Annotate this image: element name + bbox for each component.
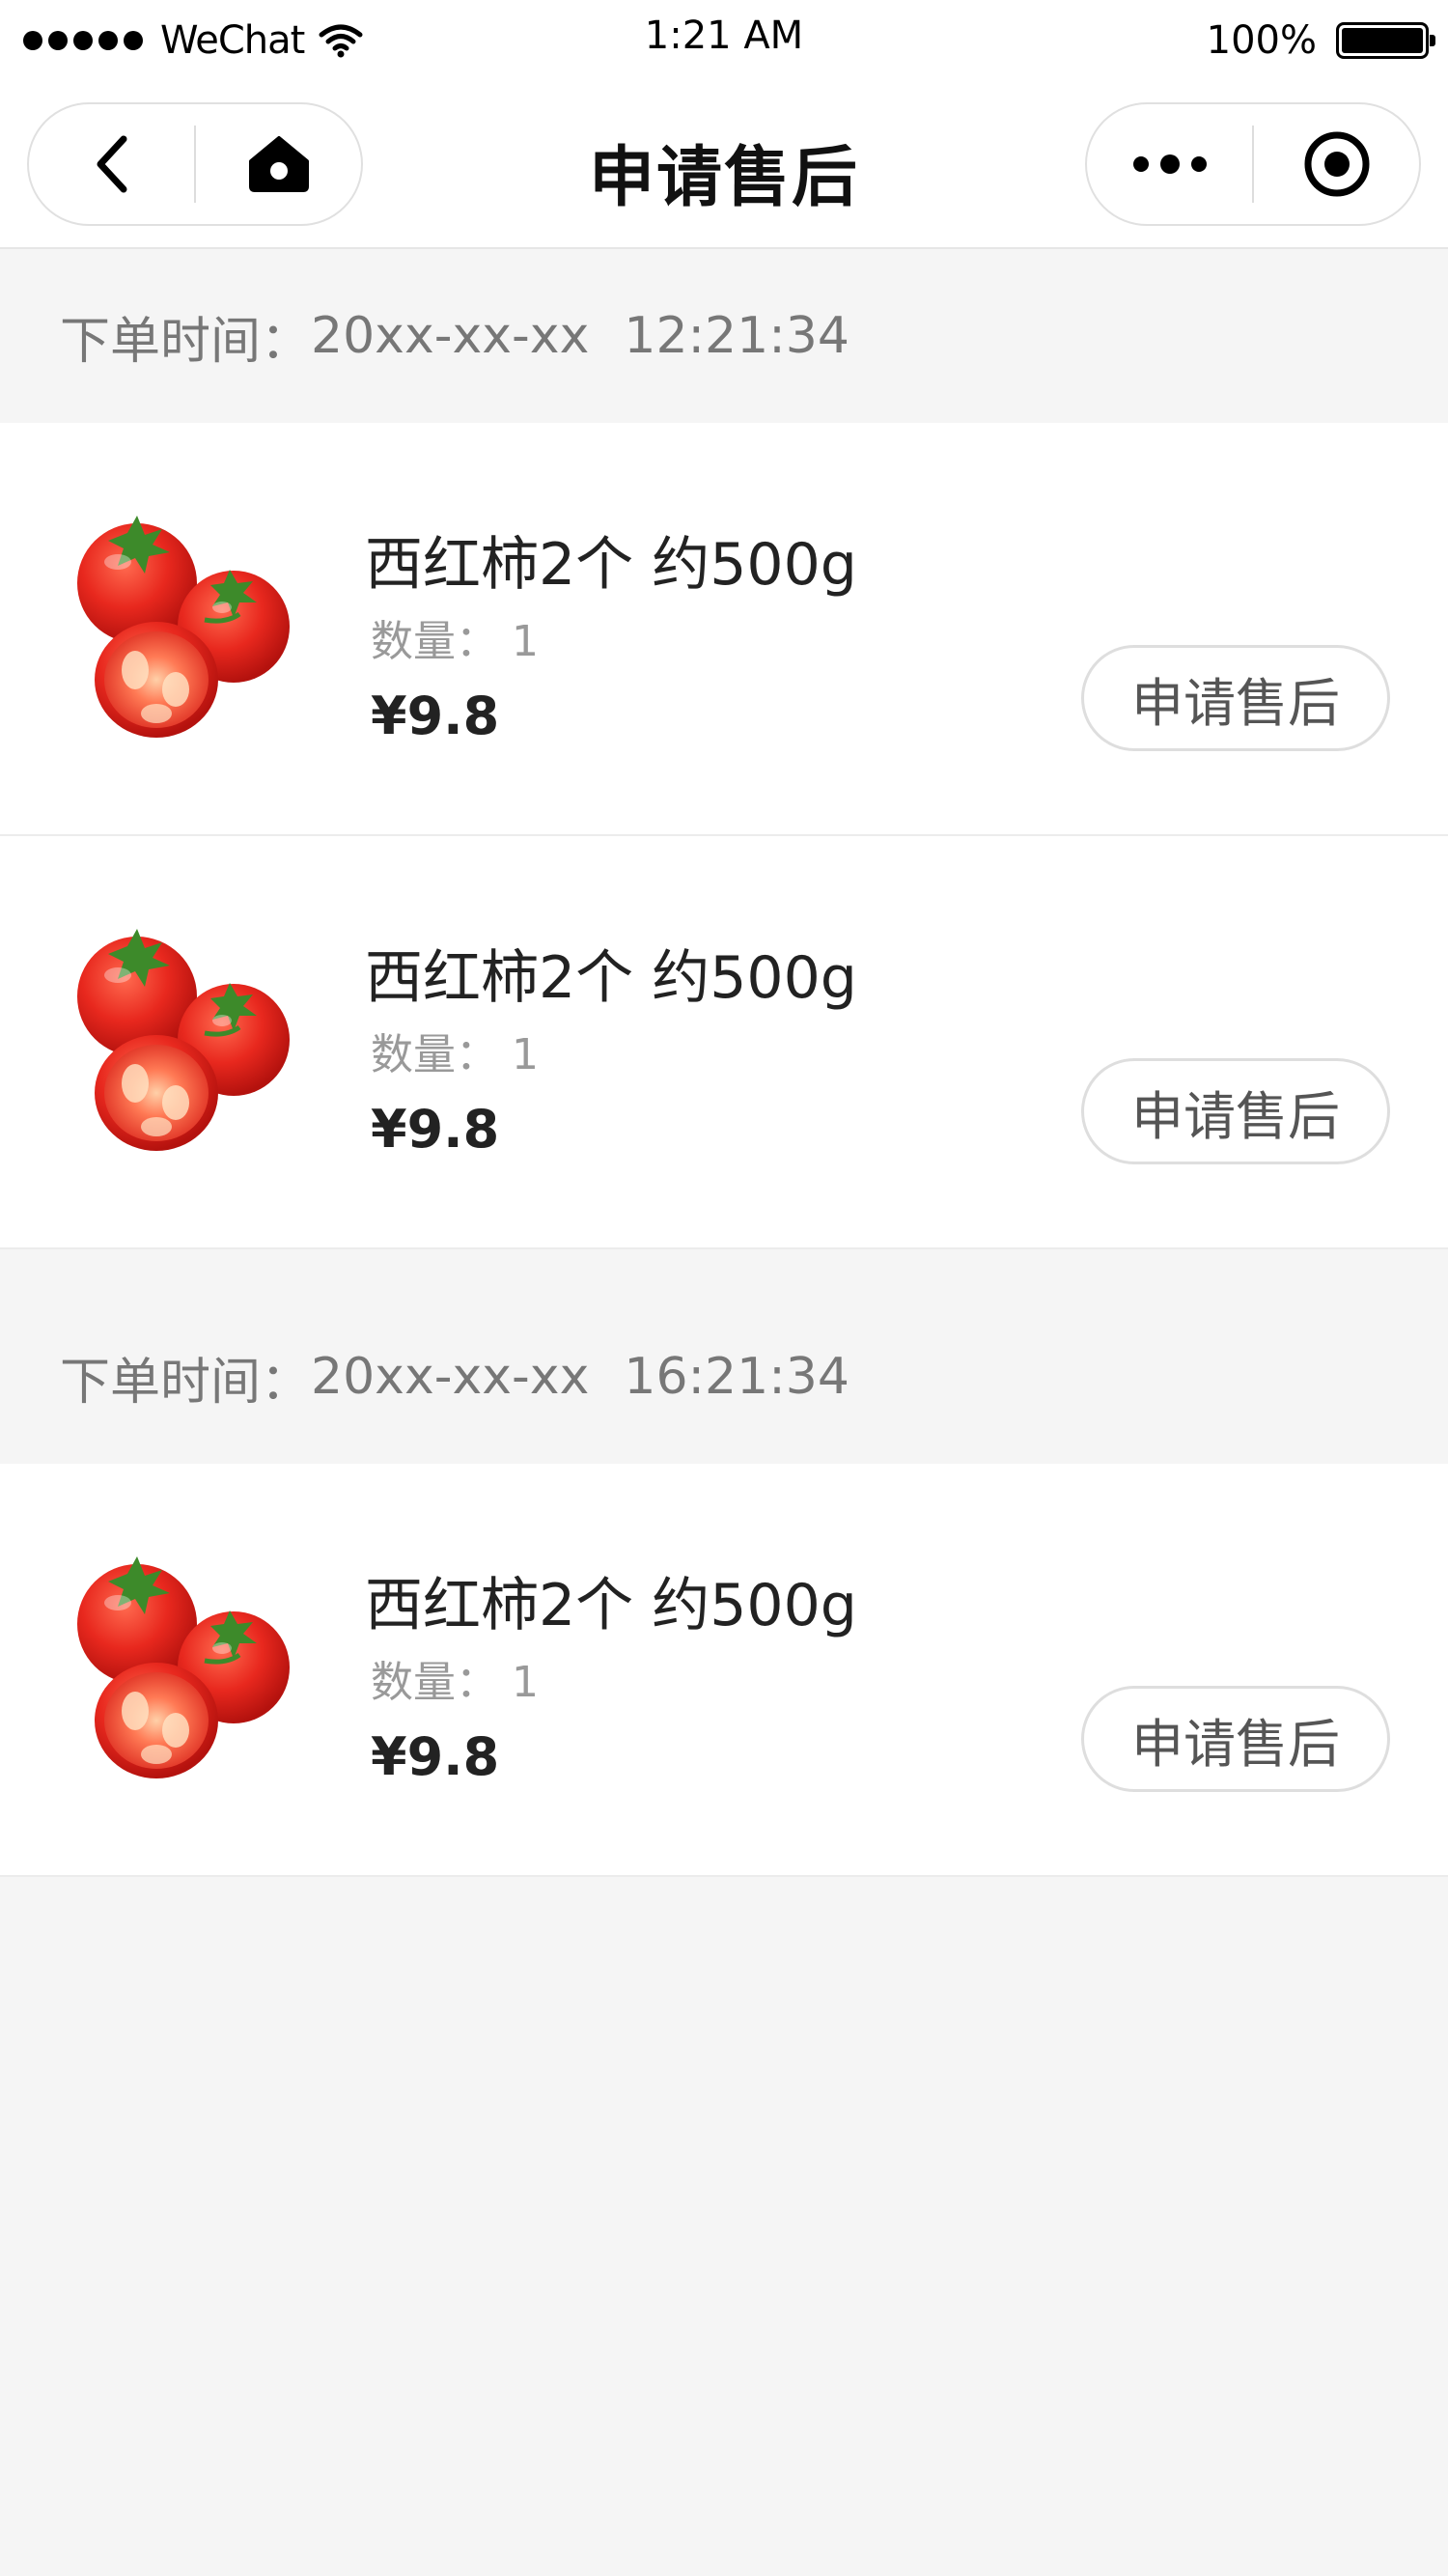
product-thumbnail [60,919,301,1161]
order-time: 16:21:34 [624,1348,849,1406]
status-right: 100% [1206,14,1435,68]
close-miniprogram-button[interactable] [1254,104,1419,224]
product-thumbnail [60,506,301,747]
order-item: 西红柿2个 约500g 数量： 1 ¥9.8 申请售后 [0,1464,1448,1877]
product-name: 西红柿2个 约500g [365,944,857,1012]
app-root: WeChat 1:21 AM 100% 申请售后 下单时间： 20xx-xx-x… [0,0,1448,2576]
product-thumbnail [60,1547,301,1788]
order-date: 20xx-xx-xx [311,307,590,365]
more-dots-icon [1132,154,1207,174]
apply-after-sale-button[interactable]: 申请售后 [1081,1686,1390,1792]
order-time-header: 下单时间： 20xx-xx-xx 12:21:34 [0,249,1448,423]
product-quantity: 数量： 1 [371,1030,539,1079]
order-time: 12:21:34 [624,307,849,365]
nav-right-capsule [1085,102,1421,226]
apply-after-sale-button[interactable]: 申请售后 [1081,645,1390,751]
apply-after-sale-button[interactable]: 申请售后 [1081,1058,1390,1164]
order-time-label: 下单时间： [60,1353,312,1412]
more-button[interactable] [1087,104,1252,224]
orders-list: 下单时间： 20xx-xx-xx 12:21:34 西红柿2个 约500g 数量… [0,249,1448,1877]
product-price: ¥9.8 [371,686,500,746]
order-item: 西红柿2个 约500g 数量： 1 ¥9.8 申请售后 [0,423,1448,836]
product-quantity: 数量： 1 [371,617,539,666]
product-name: 西红柿2个 约500g [365,531,857,599]
target-close-icon [1304,131,1369,197]
product-quantity: 数量： 1 [371,1658,539,1707]
order-date: 20xx-xx-xx [311,1348,590,1406]
order-group: 下单时间： 20xx-xx-xx 16:21:34 西红柿2个 约500g 数量… [0,1249,1448,1877]
order-item: 西红柿2个 约500g 数量： 1 ¥9.8 申请售后 [0,836,1448,1249]
product-price: ¥9.8 [371,1726,500,1787]
order-group: 下单时间： 20xx-xx-xx 12:21:34 西红柿2个 约500g 数量… [0,249,1448,1249]
order-time-header: 下单时间： 20xx-xx-xx 16:21:34 [0,1249,1448,1464]
order-time-label: 下单时间： [60,312,312,371]
battery-icon [1336,22,1435,59]
product-price: ¥9.8 [371,1099,500,1160]
nav-bar: 申请售后 [0,81,1448,249]
status-bar: WeChat 1:21 AM 100% [0,0,1448,81]
battery-percent: 100% [1206,18,1317,63]
product-name: 西红柿2个 约500g [365,1572,857,1639]
